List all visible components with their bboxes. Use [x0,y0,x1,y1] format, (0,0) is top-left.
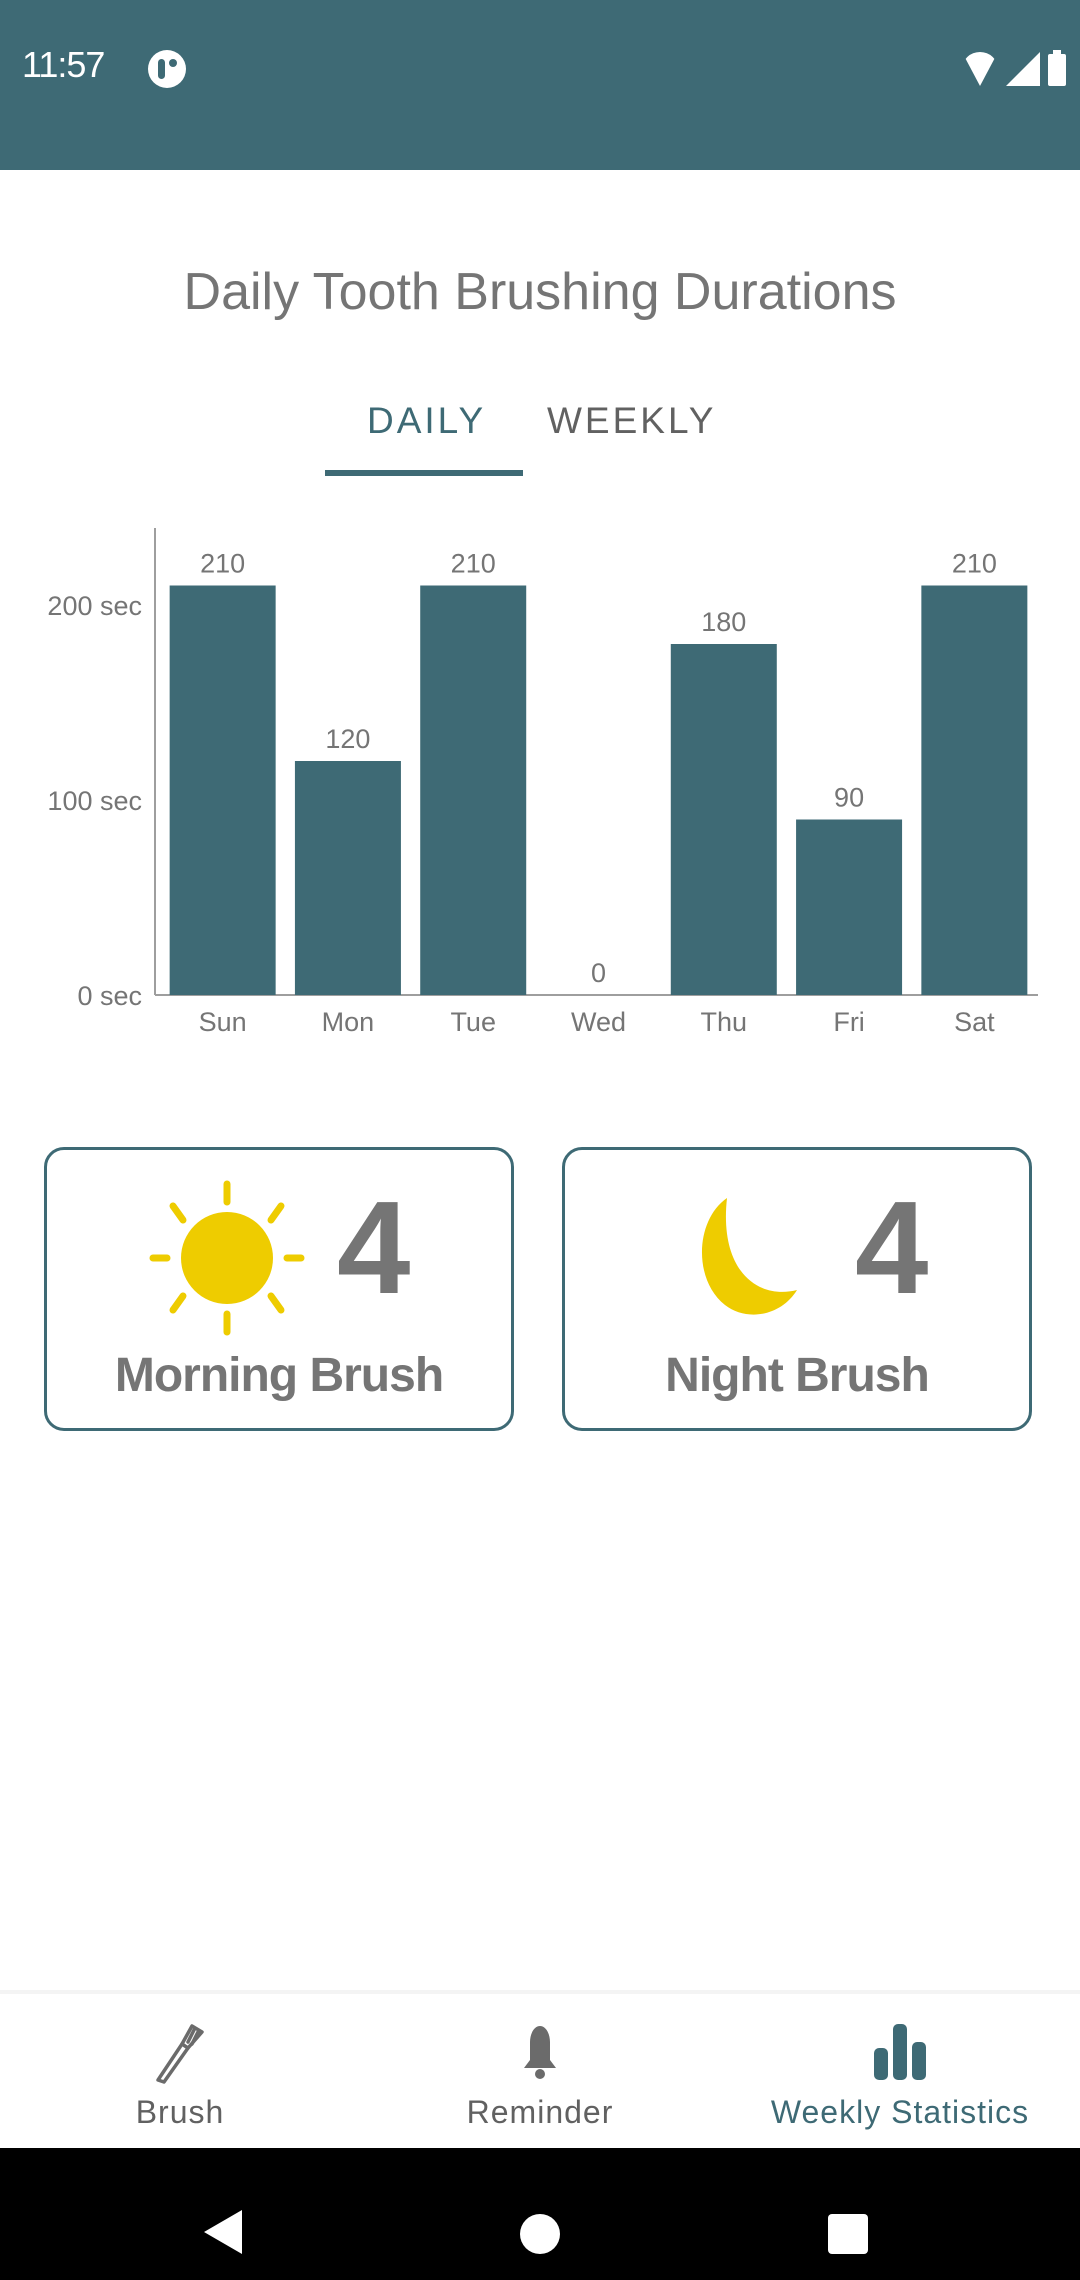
tab-daily[interactable]: DAILY [325,390,523,476]
value-label-thu: 180 [701,607,746,637]
value-label-fri: 90 [834,783,864,813]
bar-fri [796,819,903,995]
status-bar: 11:57 [0,0,1080,170]
x-tick-label-sat: Sat [954,1007,995,1037]
bar-thu [670,644,777,995]
y-tick-label: 100 sec [47,786,142,816]
bar-chart-icon [874,2024,926,2080]
value-label-sun: 210 [200,549,245,579]
nav-weekly-statistics[interactable]: Weekly Statistics [720,1994,1080,2150]
toothbrush-icon [156,2024,204,2084]
night-brush-label: Night Brush [665,1349,930,1402]
bell-icon [524,2026,556,2079]
app-notification-icon [148,50,186,88]
bar-chart: 0 sec 100 sec 200 sec 210 Sun 120 Mon 210 Tue 0 We… [47,528,1038,1037]
y-tick-label: 0 sec [77,981,142,1011]
bar-sun [169,585,276,995]
sun-icon [149,1180,305,1336]
morning-brush-count: 4 [337,1174,411,1321]
bar-tue [420,585,527,995]
cellular-signal-icon [1006,52,1040,86]
back-icon[interactable] [204,2210,242,2254]
value-label-tue: 210 [451,549,496,579]
nav-reminder[interactable]: Reminder [360,1994,720,2150]
battery-icon [1048,50,1066,86]
nav-brush-label: Brush [135,2094,225,2130]
x-tick-label-thu: Thu [701,1007,748,1037]
status-time: 11:57 [22,44,105,85]
x-tick-label-sun: Sun [199,1007,247,1037]
x-tick-label-tue: Tue [450,1007,496,1037]
value-label-wed: 0 [591,958,606,988]
page-title: Daily Tooth Brushing Durations [183,263,897,321]
period-tabs: DAILY WEEKLY [325,390,738,486]
nav-brush[interactable]: Brush [0,1994,360,2150]
x-tick-label-mon: Mon [322,1007,375,1037]
moon-icon [701,1198,797,1315]
tab-weekly[interactable]: WEEKLY [523,390,738,476]
recents-icon[interactable] [828,2214,868,2254]
value-label-sat: 210 [952,549,997,579]
home-icon[interactable] [520,2214,560,2254]
nav-weekly-statistics-label: Weekly Statistics [770,2094,1030,2130]
bottom-navigation: Brush Reminder Weekly Statistics [0,1990,1080,2150]
morning-brush-card: 4 Morning Brush [44,1147,514,1431]
x-tick-label-wed: Wed [571,1007,626,1037]
nav-reminder-label: Reminder [466,2094,614,2130]
bar-sat [921,585,1028,995]
night-brush-count: 4 [855,1174,929,1321]
x-tick-label-fri: Fri [833,1007,864,1037]
value-label-mon: 120 [325,724,370,754]
morning-brush-label: Morning Brush [114,1349,444,1402]
system-navigation-bar [0,2148,1080,2280]
status-icons [962,50,1066,86]
y-tick-label: 200 sec [47,591,142,621]
night-brush-card: 4 Night Brush [562,1147,1032,1431]
bar-mon [294,761,401,995]
wifi-icon [962,52,998,86]
